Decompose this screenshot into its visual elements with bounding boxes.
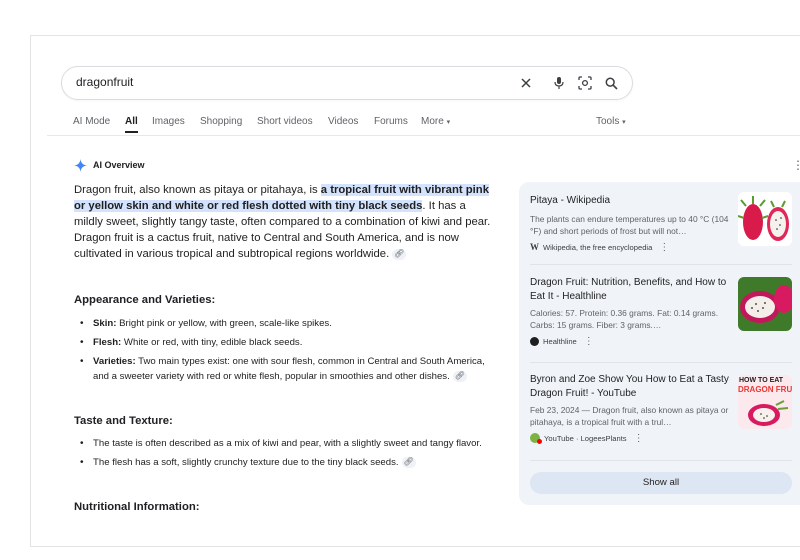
list-item: Varieties: Two main types exist: one wit… — [80, 354, 500, 384]
card-divider — [530, 362, 792, 363]
list-item: The flesh has a soft, slightly crunchy t… — [80, 455, 500, 470]
more-options-icon[interactable]: ⋮ — [792, 158, 800, 172]
appearance-list: Skin: Bright pink or yellow, with green,… — [80, 316, 500, 388]
list-item: The taste is often described as a mix of… — [80, 436, 500, 451]
source-name: Healthline — [543, 336, 577, 346]
source-snippet: The plants can endure temperatures up to… — [530, 214, 729, 236]
source-name: YouTube · LogeesPlants — [544, 433, 627, 443]
tab-images[interactable]: Images — [152, 116, 185, 127]
tab-shopping[interactable]: Shopping — [200, 116, 242, 127]
more-options-icon[interactable]: ⋮ — [634, 433, 644, 444]
ai-overview-header: AI Overview — [74, 156, 145, 174]
clear-icon[interactable] — [516, 73, 536, 93]
source-card-youtube[interactable]: Byron and Zoe Show You How to Eat a Tast… — [530, 373, 792, 444]
source-snippet: Feb 23, 2024 — Dragon fruit, also known … — [530, 405, 729, 427]
link-chip-icon[interactable]: 🔗︎ — [392, 248, 407, 260]
wikipedia-icon: W — [530, 242, 539, 252]
summary-intro: Dragon fruit, also known as pitaya or pi… — [74, 184, 321, 196]
source-title[interactable]: Byron and Zoe Show You How to Eat a Tast… — [530, 373, 733, 401]
dragon-fruit-thumbnail — [738, 192, 792, 246]
dragon-fruit-thumbnail — [738, 277, 792, 331]
search-icon[interactable] — [601, 73, 621, 93]
tabs-divider — [47, 135, 800, 136]
tab-videos[interactable]: Videos — [328, 116, 358, 127]
search-input[interactable]: dragonfruit — [76, 75, 133, 89]
source-attribution: YouTube · LogeesPlants ⋮ — [530, 432, 792, 444]
tab-more[interactable]: More ▾ — [421, 116, 450, 127]
source-attribution: Healthline ⋮ — [530, 335, 792, 347]
ai-overview-label: AI Overview — [93, 160, 145, 170]
tab-ai-mode[interactable]: AI Mode — [73, 116, 110, 127]
tools-label: Tools — [596, 116, 620, 127]
more-options-icon[interactable]: ⋮ — [584, 336, 594, 347]
list-item: Skin: Bright pink or yellow, with green,… — [80, 316, 500, 331]
show-all-button[interactable]: Show all — [530, 472, 792, 494]
section-heading-appearance: Appearance and Varieties: — [74, 294, 216, 306]
source-card-wikipedia[interactable]: Pitaya - Wikipedia The plants can endure… — [530, 192, 792, 253]
tab-short-videos[interactable]: Short videos — [257, 116, 313, 127]
sparkle-icon — [74, 158, 87, 172]
more-options-icon[interactable]: ⋮ — [659, 242, 669, 253]
tab-more-label: More — [421, 116, 444, 127]
source-name: Wikipedia, the free encyclopedia — [543, 242, 653, 252]
microphone-icon[interactable] — [549, 73, 569, 93]
list-item: Flesh: White or red, with tiny, edible b… — [80, 335, 500, 350]
tools-button[interactable]: Tools ▾ — [596, 116, 626, 127]
source-snippet: Calories: 57. Protein: 0.36 grams. Fat: … — [530, 308, 719, 330]
caret-down-icon: ▾ — [446, 119, 451, 126]
card-divider — [530, 264, 792, 265]
sources-panel: Pitaya - Wikipedia The plants can endure… — [519, 182, 800, 505]
source-card-healthline[interactable]: Dragon Fruit: Nutrition, Benefits, and H… — [530, 276, 792, 347]
taste-list: The taste is often described as a mix of… — [80, 436, 500, 474]
video-thumbnail: HOW TO EAT DRAGON FRUI — [738, 375, 792, 429]
search-box[interactable]: dragonfruit — [61, 66, 633, 100]
youtube-channel-icon — [530, 433, 542, 444]
section-heading-nutrition: Nutritional Information: — [74, 501, 200, 513]
ai-overview-summary: Dragon fruit, also known as pitaya or pi… — [74, 182, 494, 262]
source-title[interactable]: Pitaya - Wikipedia — [530, 194, 733, 208]
lens-icon[interactable] — [575, 73, 595, 93]
tab-forums[interactable]: Forums — [374, 116, 408, 127]
healthline-icon — [530, 336, 539, 346]
tab-all[interactable]: All — [125, 116, 138, 133]
caret-down-icon: ▾ — [622, 119, 626, 126]
link-chip-icon[interactable]: 🔗︎ — [452, 370, 467, 382]
card-divider — [530, 460, 792, 461]
section-heading-taste: Taste and Texture: — [74, 415, 173, 427]
link-chip-icon[interactable]: 🔗︎ — [401, 456, 416, 468]
source-title[interactable]: Dragon Fruit: Nutrition, Benefits, and H… — [530, 276, 733, 304]
